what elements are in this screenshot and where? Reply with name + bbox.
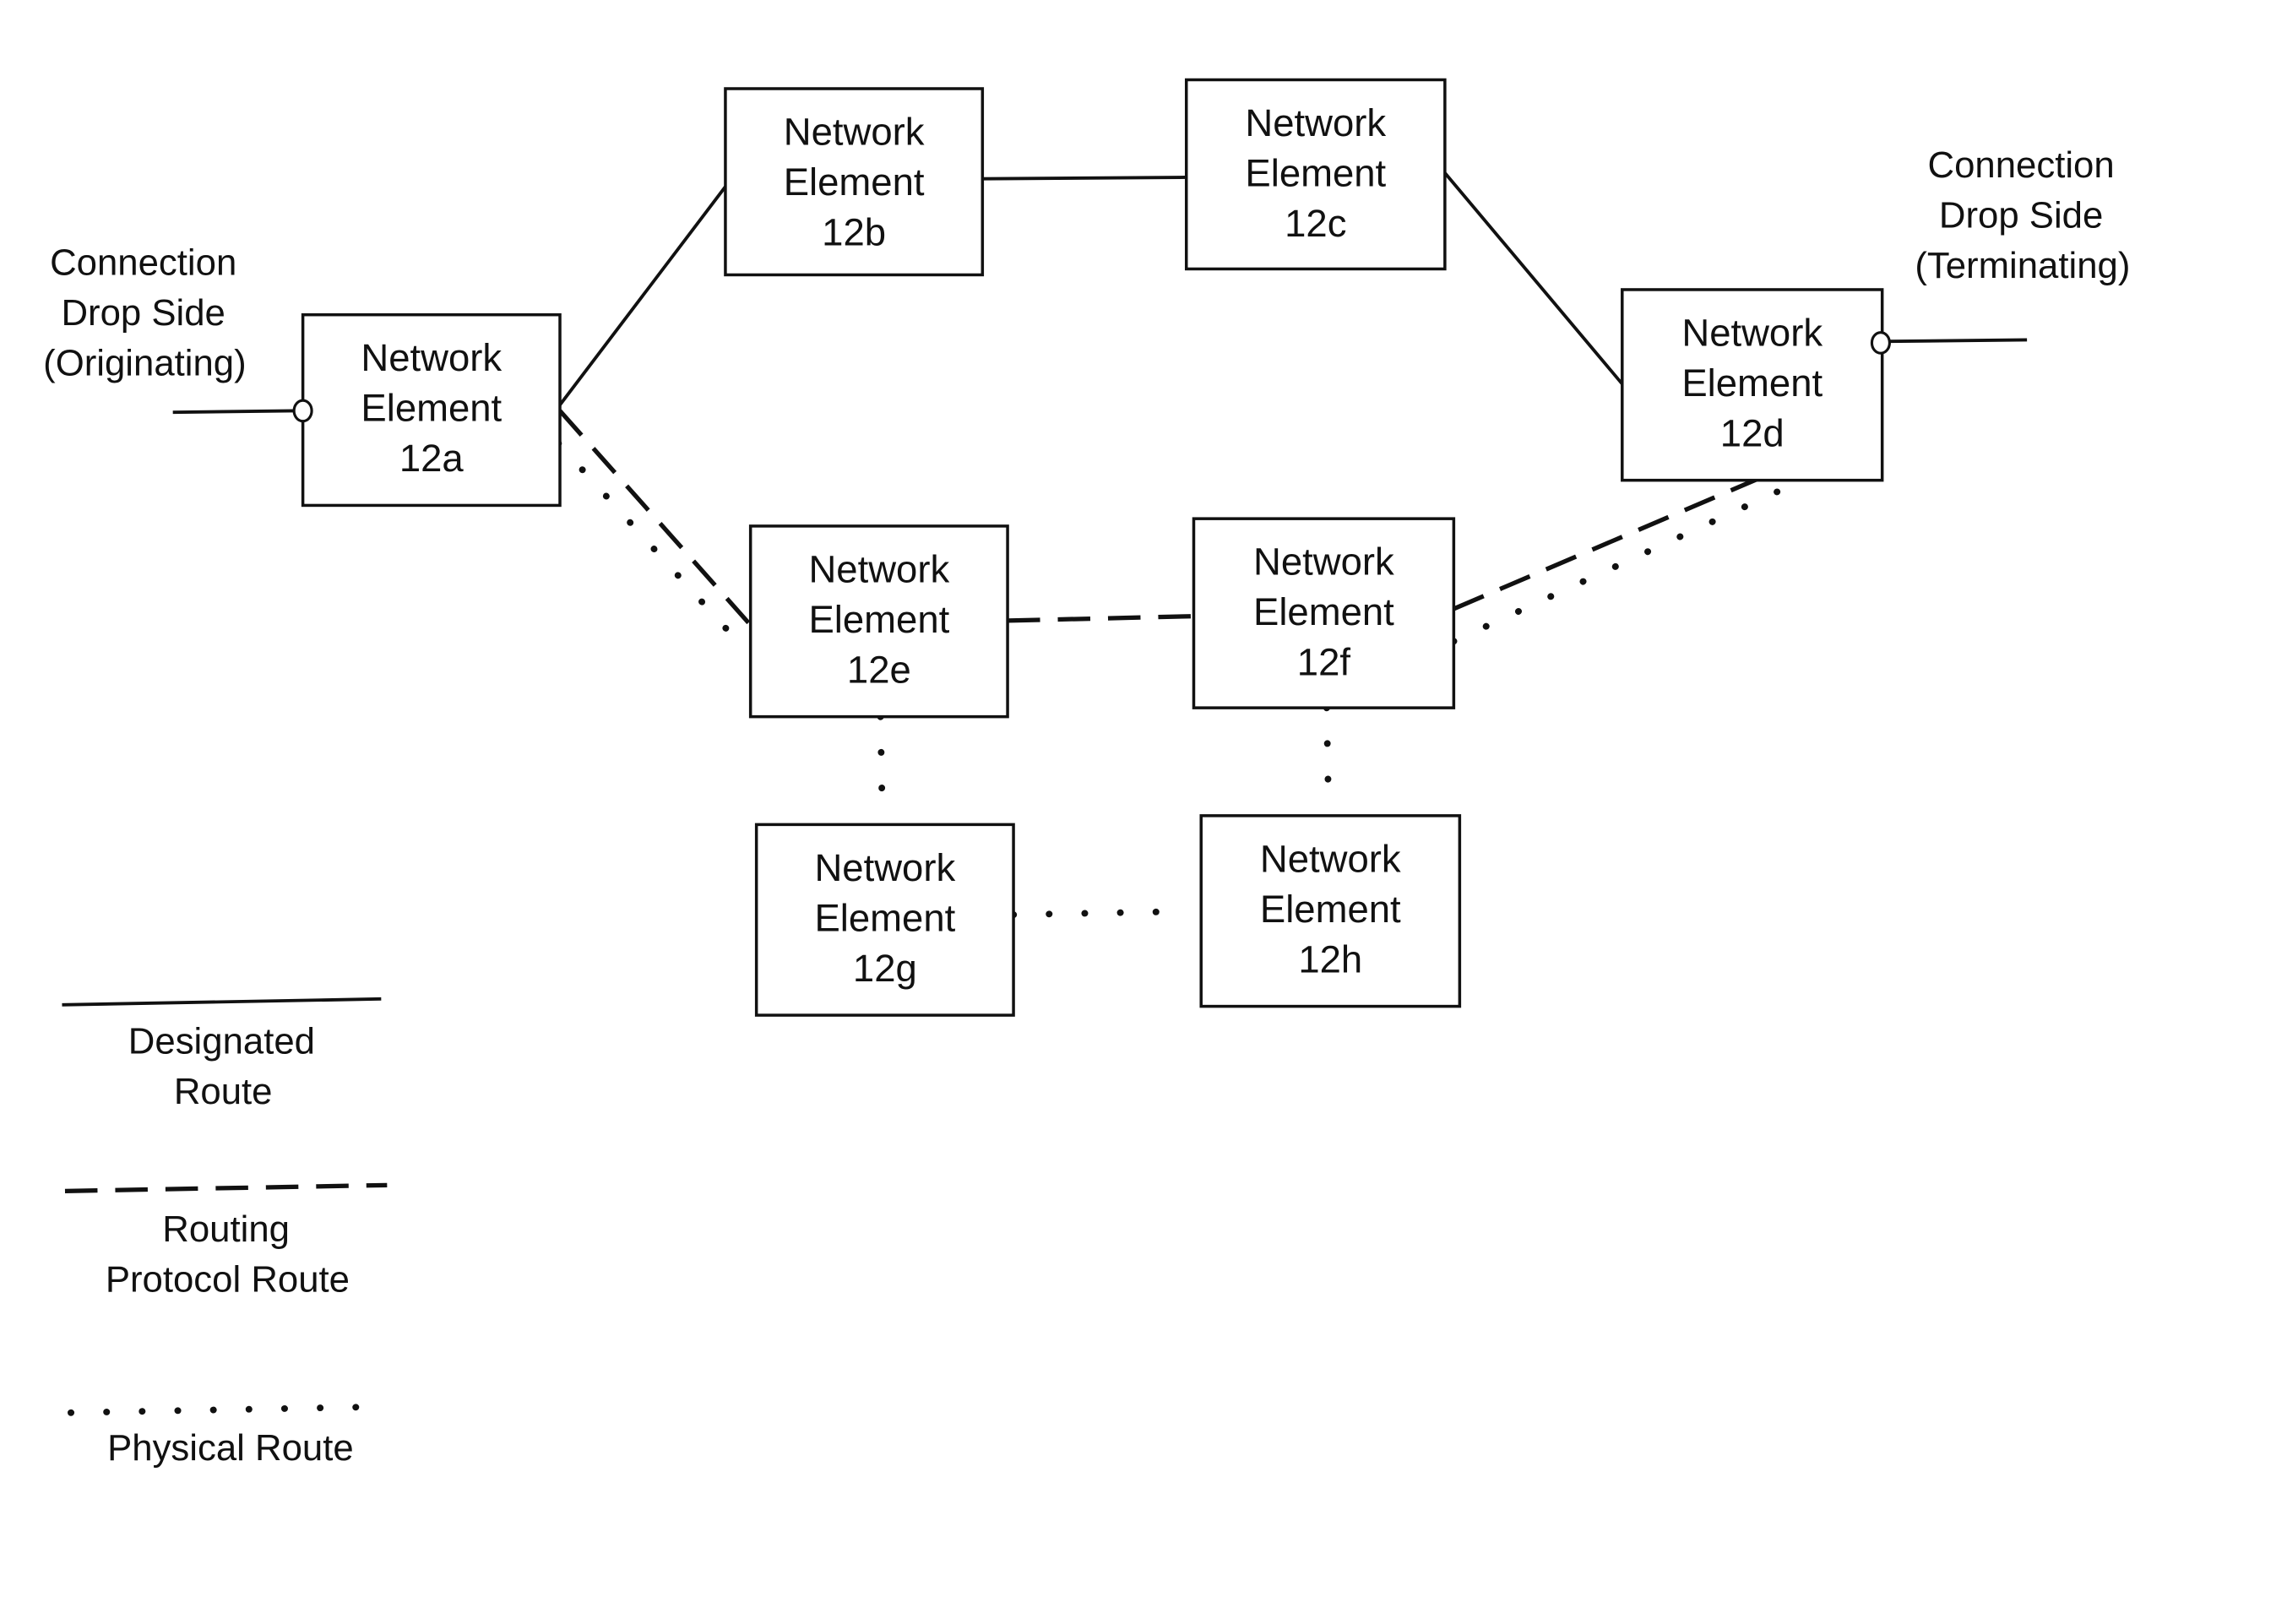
originating-connector-line <box>172 409 295 415</box>
network-element-label-line-1: Network <box>1245 101 1386 144</box>
edges-layer <box>555 171 1809 919</box>
network-element-label-line-1: Network <box>1260 837 1401 880</box>
network-element-label-line-1: Network <box>808 547 949 590</box>
legend-item-routing-protocol: Routing Protocol Route <box>64 1182 388 1300</box>
network-element-label-line-2: Element <box>361 387 502 430</box>
edge-routing-protocol-12e-12f <box>1007 614 1194 623</box>
terminating-label-line-3: (Terminating) <box>1915 245 2130 286</box>
legend-physical-label: Physical Route <box>107 1427 354 1469</box>
network-element-label-line-2: Element <box>814 896 955 939</box>
edge-routing-protocol-12f-12d <box>1453 476 1759 611</box>
legend-item-designated: Designated Route <box>62 997 382 1112</box>
network-element-12g: Network Element 12g <box>754 823 1015 1017</box>
network-element-label-line-3: 12h <box>1298 937 1362 980</box>
network-element-label-line-2: Element <box>1245 151 1386 194</box>
network-element-12d: Network Element 12d <box>1621 288 1884 482</box>
network-element-label-line-1: Network <box>814 846 955 889</box>
terminating-connector-line <box>1889 338 2028 344</box>
terminating-label-line-2: Drop Side <box>1939 194 2103 236</box>
originating-label-line-3: (Originating) <box>43 342 247 383</box>
edge-physical-12f-12d <box>1450 475 1809 645</box>
network-element-12c: Network Element 12c <box>1184 78 1447 271</box>
network-element-12h: Network Element 12h <box>1199 814 1462 1008</box>
legend-routing-protocol-label-line-2: Protocol Route <box>106 1258 350 1300</box>
legend-routing-protocol-swatch <box>64 1182 388 1193</box>
network-element-label-line-2: Element <box>808 598 949 641</box>
terminating-label-line-1: Connection <box>1928 144 2115 186</box>
network-element-12f: Network Element 12f <box>1192 517 1456 709</box>
legend-designated-label-line-2: Route <box>174 1071 273 1112</box>
network-element-label-line-3: 12c <box>1285 202 1346 245</box>
network-element-label-line-1: Network <box>361 336 502 379</box>
edge-designated-12c-12d <box>1443 171 1626 387</box>
network-element-label-line-2: Element <box>1681 361 1823 405</box>
network-element-label-line-3: 12g <box>853 947 917 990</box>
network-element-label-line-1: Network <box>1253 540 1394 584</box>
network-element-label-line-2: Element <box>784 160 925 204</box>
legend-designated-label-line-1: Designated <box>128 1021 315 1062</box>
network-element-label-line-3: 12b <box>822 210 886 253</box>
network-element-12a: Network Element 12a <box>301 312 562 508</box>
terminating-port-icon <box>1870 331 1891 355</box>
edge-physical-12a-12e <box>555 439 746 649</box>
legend-routing-protocol-label-line-1: Routing <box>162 1208 290 1250</box>
network-element-label-line-3: 12f <box>1297 641 1351 684</box>
legend-designated-swatch <box>62 997 382 1007</box>
originating-label-line-2: Drop Side <box>61 292 225 334</box>
network-element-12e: Network Element 12e <box>748 524 1009 719</box>
network-element-12b: Network Element 12b <box>724 87 985 277</box>
network-element-label-line-3: 12d <box>1720 411 1785 454</box>
originating-drop-side: Connection Drop Side (Originating) <box>43 242 313 423</box>
edge-routing-protocol-12a-12e <box>558 409 752 627</box>
edge-physical-12e-12g <box>877 713 886 801</box>
legend: Designated Route Routing Protocol Route … <box>62 997 388 1469</box>
originating-port-icon <box>292 399 313 423</box>
edge-designated-12b-12c <box>982 176 1187 181</box>
network-route-diagram: NetworkElement12aNetworkElement12bNetwor… <box>43 78 2130 1469</box>
network-element-label-line-2: Element <box>1260 888 1401 931</box>
legend-item-physical: Physical Route <box>68 1403 382 1469</box>
network-element-label-line-2: Element <box>1253 590 1394 633</box>
originating-label-line-1: Connection <box>50 242 236 283</box>
network-element-label-line-3: 12e <box>847 648 911 691</box>
network-element-label-line-1: Network <box>784 110 925 153</box>
edge-physical-12f-12h <box>1323 704 1332 793</box>
legend-physical-swatch <box>68 1403 382 1416</box>
edge-designated-12a-12b <box>558 183 729 406</box>
network-element-label-line-1: Network <box>1681 311 1823 354</box>
edge-physical-12g-12h <box>1010 908 1171 919</box>
terminating-drop-side: Connection Drop Side (Terminating) <box>1870 144 2130 355</box>
network-element-label-line-3: 12a <box>399 437 464 480</box>
nodes-layer: NetworkElement12aNetworkElement12bNetwor… <box>301 78 1884 1017</box>
